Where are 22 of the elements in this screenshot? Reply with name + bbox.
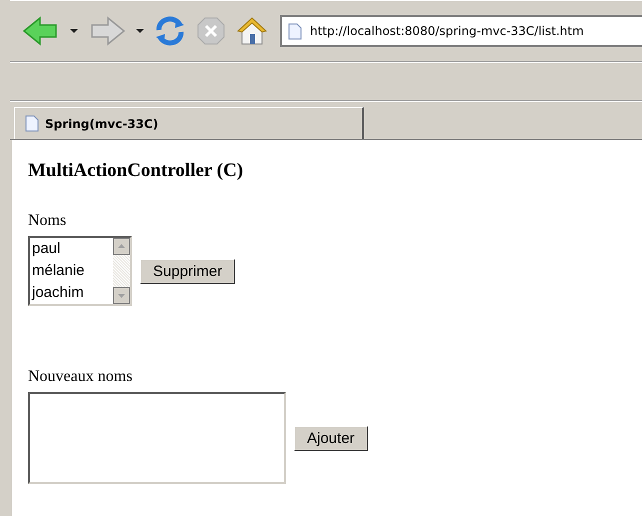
refresh-icon[interactable] — [154, 16, 186, 46]
scroll-down-icon[interactable] — [113, 287, 130, 304]
names-input-field[interactable] — [28, 392, 286, 484]
address-field[interactable]: http://localhost:8080/spring-mvc-33C/list.htm — [280, 15, 642, 47]
page-icon — [25, 115, 39, 132]
back-icon[interactable] — [22, 16, 60, 46]
home-icon[interactable] — [236, 16, 268, 46]
scroll-up-icon[interactable] — [113, 238, 130, 255]
browser-tab[interactable]: Spring(mvc-33C) — [14, 107, 364, 139]
add-button[interactable]: Ajouter — [294, 426, 368, 450]
field-label: Nouveaux noms — [28, 368, 132, 386]
list-option[interactable]: joachim — [32, 282, 113, 304]
names-listbox[interactable]: paul mélanie joachim — [28, 236, 132, 306]
caret-icon[interactable] — [70, 28, 78, 34]
page-heading: MultiActionController (C) — [28, 160, 244, 182]
caret-icon[interactable] — [136, 28, 144, 34]
delete-button[interactable]: Supprimer — [140, 258, 236, 284]
field-label: Noms — [28, 212, 66, 230]
list-option[interactable]: mélanie — [32, 260, 113, 282]
list-option[interactable]: paul — [32, 238, 113, 260]
page-icon — [288, 22, 302, 40]
stop-icon[interactable] — [196, 16, 226, 46]
